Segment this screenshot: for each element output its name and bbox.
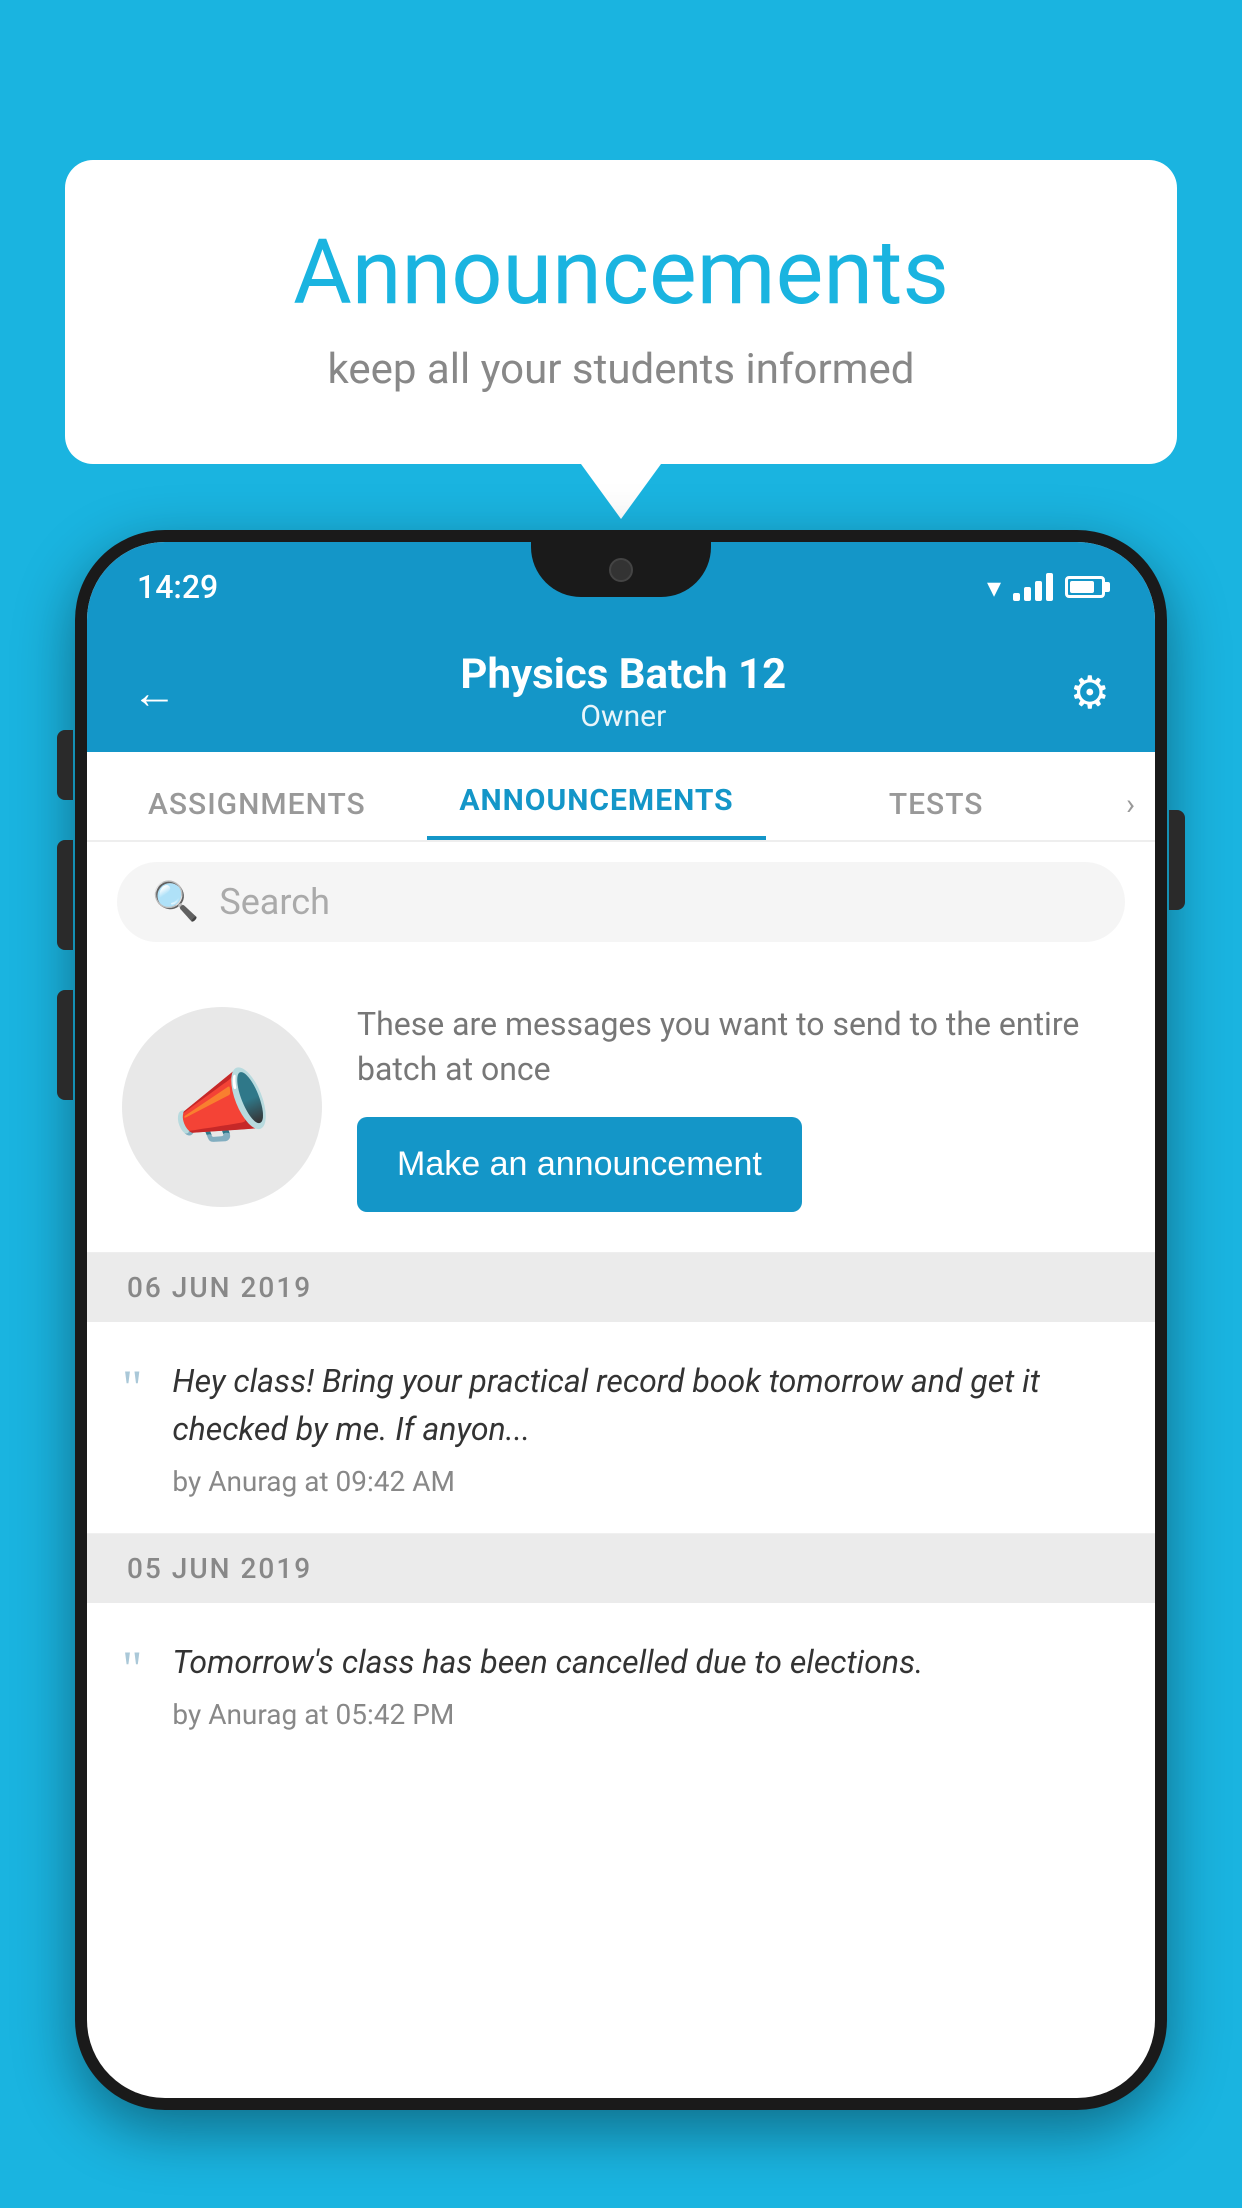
- speech-bubble-tail: [581, 464, 661, 519]
- phone-side-btn-left-1: [57, 730, 73, 800]
- announcement-content-1: Hey class! Bring your practical record b…: [172, 1357, 1120, 1498]
- announcement-meta-2: by Anurag at 05:42 PM: [172, 1698, 1120, 1731]
- tab-tests[interactable]: TESTS: [766, 752, 1106, 840]
- speech-bubble-section: Announcements keep all your students inf…: [65, 160, 1177, 519]
- speech-bubble-subtitle: keep all your students informed: [145, 345, 1097, 394]
- megaphone-icon: 📣: [172, 1060, 272, 1154]
- signal-bar-2: [1024, 587, 1031, 601]
- status-time: 14:29: [137, 568, 218, 606]
- phone-screen: 14:29 ▾: [87, 542, 1155, 2098]
- announcement-icon-circle: 📣: [122, 1007, 322, 1207]
- phone-notch: [531, 542, 711, 597]
- announcement-text-2: Tomorrow's class has been cancelled due …: [172, 1638, 1120, 1686]
- tab-more[interactable]: ›: [1106, 787, 1155, 840]
- battery-icon: [1065, 576, 1105, 598]
- tab-assignments[interactable]: ASSIGNMENTS: [87, 752, 427, 840]
- battery-fill: [1070, 581, 1094, 593]
- search-icon: 🔍: [152, 880, 199, 924]
- phone-side-btn-left-3: [57, 990, 73, 1100]
- announcement-right: These are messages you want to send to t…: [357, 1002, 1120, 1212]
- signal-icon: [1013, 573, 1053, 601]
- back-button[interactable]: ←: [132, 666, 177, 719]
- header-title-block: Physics Batch 12 Owner: [460, 650, 786, 734]
- signal-bar-1: [1013, 593, 1020, 601]
- announcement-meta-1: by Anurag at 09:42 AM: [172, 1465, 1120, 1498]
- announcement-content-2: Tomorrow's class has been cancelled due …: [172, 1638, 1120, 1731]
- wifi-icon: ▾: [987, 571, 1001, 604]
- phone-frame: 14:29 ▾: [75, 530, 1167, 2110]
- signal-bar-4: [1046, 573, 1053, 601]
- batch-title: Physics Batch 12: [460, 650, 786, 699]
- announcement-item-1[interactable]: " Hey class! Bring your practical record…: [87, 1322, 1155, 1534]
- search-bar-wrapper: 🔍 Search: [87, 842, 1155, 962]
- date-separator-2: 05 JUN 2019: [87, 1534, 1155, 1603]
- speech-bubble-card: Announcements keep all your students inf…: [65, 160, 1177, 464]
- phone-side-btn-right: [1169, 810, 1185, 910]
- announcement-item-2[interactable]: " Tomorrow's class has been cancelled du…: [87, 1603, 1155, 1766]
- search-placeholder: Search: [219, 881, 330, 923]
- speech-bubble-title: Announcements: [145, 220, 1097, 325]
- signal-bar-3: [1035, 581, 1042, 601]
- date-separator-1: 06 JUN 2019: [87, 1253, 1155, 1322]
- announcement-prompt: 📣 These are messages you want to send to…: [87, 962, 1155, 1253]
- status-icons: ▾: [987, 571, 1105, 604]
- batch-subtitle: Owner: [460, 699, 786, 734]
- quote-icon-2: ": [122, 1643, 142, 1693]
- tabs-bar: ASSIGNMENTS ANNOUNCEMENTS TESTS ›: [87, 752, 1155, 842]
- quote-icon-1: ": [122, 1362, 142, 1412]
- camera-dot: [609, 558, 633, 582]
- make-announcement-button[interactable]: Make an announcement: [357, 1117, 802, 1212]
- announcement-description: These are messages you want to send to t…: [357, 1002, 1120, 1092]
- phone-side-btn-left-2: [57, 840, 73, 950]
- search-bar[interactable]: 🔍 Search: [117, 862, 1125, 942]
- phone-wrapper: 14:29 ▾: [75, 530, 1167, 2208]
- app-header: ← Physics Batch 12 Owner ⚙: [87, 632, 1155, 752]
- status-bar: 14:29 ▾: [87, 542, 1155, 632]
- settings-icon[interactable]: ⚙: [1070, 666, 1110, 719]
- tab-announcements[interactable]: ANNOUNCEMENTS: [427, 752, 767, 840]
- announcement-text-1: Hey class! Bring your practical record b…: [172, 1357, 1120, 1453]
